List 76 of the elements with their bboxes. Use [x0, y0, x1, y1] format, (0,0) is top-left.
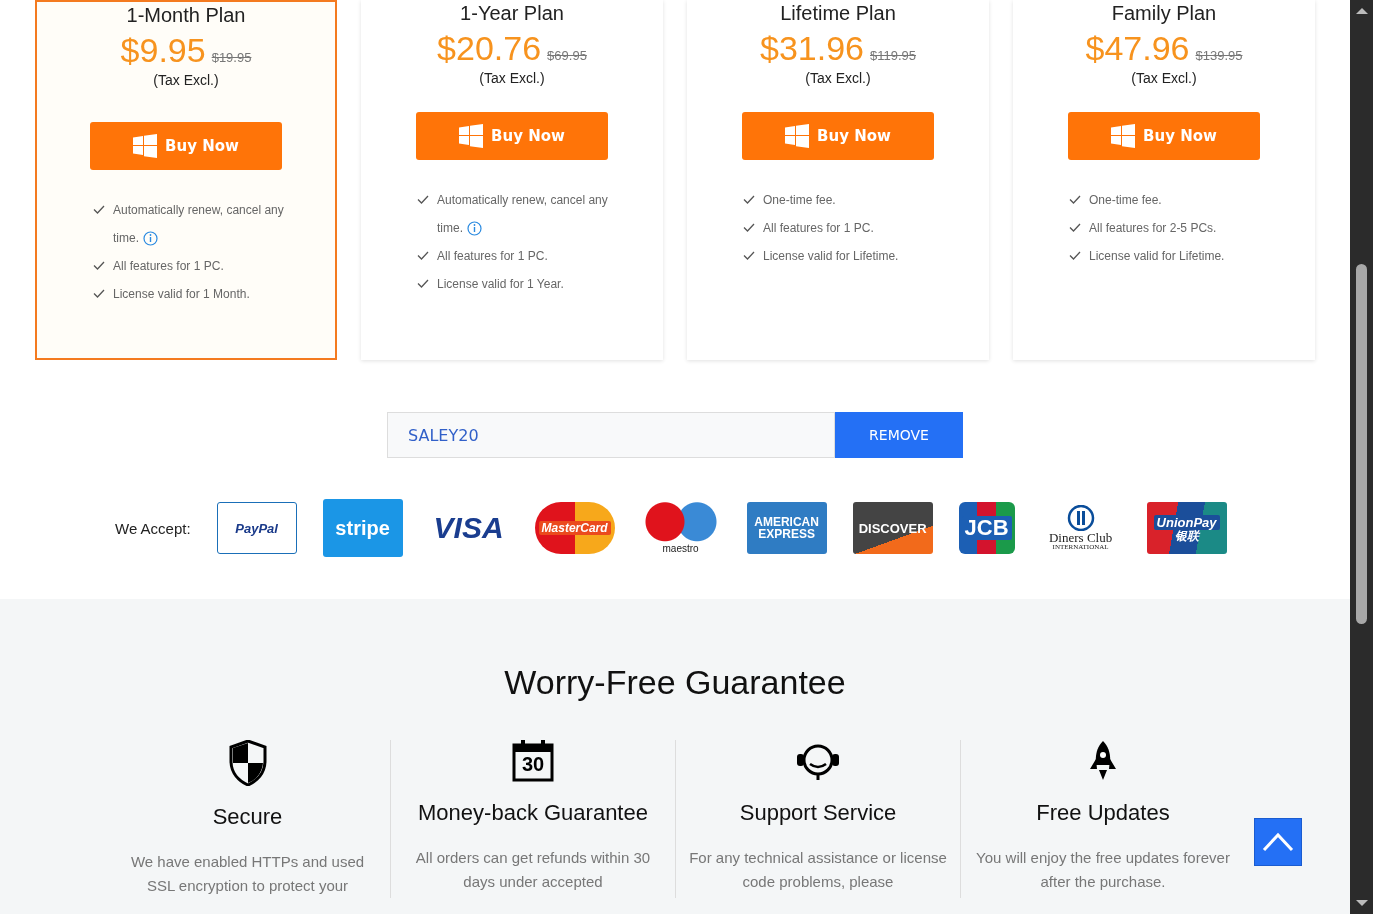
check-icon	[417, 195, 429, 204]
plan-card[interactable]: Family Plan $47.96 $139.95 (Tax Excl.) Buy Now One-time fee. All features for 2-5 PCs. License valid for Lifetime.	[1013, 0, 1315, 360]
check-icon	[93, 289, 105, 298]
original-price: $69.95	[547, 48, 587, 63]
plan-price: $20.76	[437, 29, 542, 68]
guarantee-text: You will enjoy the free updates forever after the purchase.	[975, 848, 1231, 892]
section-heading: Worry-Free Guarantee	[504, 663, 846, 702]
plan-card[interactable]: 1-Year Plan $20.76 $69.95 (Tax Excl.) Buy Now Automatically renew, cancel any time. All features for 1 PC. License valid for 1 Year.	[361, 0, 663, 360]
mastercard-logo: MasterCard	[534, 502, 615, 554]
original-price: $19.95	[211, 50, 252, 65]
feature-text: Automatically renew, cancel any time.	[113, 202, 285, 249]
check-icon	[417, 279, 429, 288]
info-icon[interactable]	[467, 221, 482, 237]
stripe-logo: stripe	[322, 499, 403, 557]
check-icon	[1069, 195, 1081, 204]
amex-logo: AMERICAN EXPRESS	[746, 502, 827, 554]
feature-text: License valid for 1 Month.	[113, 286, 250, 303]
guarantee-text: We have enabled HTTPs and used SSL encryption to protect your	[129, 852, 366, 896]
windows-logo-icon	[459, 124, 484, 148]
tax-note: (Tax Excl.)	[805, 70, 871, 86]
plan-title: 1-Month Plan	[126, 4, 246, 27]
plan-title: Family Plan	[1111, 2, 1217, 25]
plan-title: 1-Year Plan	[460, 2, 564, 25]
guarantee-title: Support Service	[739, 800, 897, 826]
original-price: $139.95	[1195, 48, 1243, 63]
feature-text: License valid for 1 Year.	[437, 276, 564, 293]
rocket-icon	[1089, 740, 1117, 782]
paypal-logo: PayPal	[216, 502, 297, 554]
windows-logo-icon	[133, 134, 158, 158]
check-icon	[1069, 223, 1081, 232]
tax-note: (Tax Excl.)	[1131, 70, 1197, 86]
we-accept-label: We Accept:	[115, 519, 191, 537]
feature-text: One-time fee.	[1089, 192, 1162, 209]
plan-card[interactable]: 1-Month Plan $9.95 $19.95 (Tax Excl.) Buy Now Automatically renew, cancel any time. All features for 1 PC. License valid for 1 Month.	[35, 0, 337, 360]
plan-title: Lifetime Plan	[780, 2, 896, 25]
feature-text: All features for 2-5 PCs.	[1089, 220, 1217, 237]
windows-logo-icon	[785, 124, 810, 148]
check-icon	[93, 261, 105, 270]
guarantee-text: For any technical assistance or license code problems, please	[688, 848, 948, 892]
plan-price: $47.96	[1085, 29, 1190, 68]
check-icon	[743, 251, 755, 260]
check-icon	[743, 195, 755, 204]
tax-note: (Tax Excl.)	[479, 70, 545, 86]
plan-card[interactable]: Lifetime Plan $31.96 $119.95 (Tax Excl.) Buy Now One-time fee. All features for 1 PC. License valid for Lifetime.	[687, 0, 989, 360]
guarantee-title: Secure	[212, 804, 283, 830]
calendar-icon: 30	[512, 740, 554, 782]
original-price: $119.95	[870, 48, 916, 63]
feature-text: Automatically renew, cancel any time.	[437, 192, 609, 239]
guarantee-title: Money-back Guarantee	[418, 800, 648, 826]
feature-text: License valid for Lifetime.	[763, 248, 899, 265]
chevron-up-icon	[1262, 832, 1294, 852]
guarantee-text: All orders can get refunds within 30 days under accepted	[414, 848, 652, 892]
jcb-logo: JCB	[958, 502, 1015, 554]
tax-note: (Tax Excl.)	[153, 72, 219, 88]
discover-logo: DISCOVER	[852, 502, 933, 554]
check-icon	[93, 205, 105, 214]
feature-text: License valid for Lifetime.	[1089, 248, 1225, 265]
feature-text: All features for 1 PC.	[763, 220, 874, 237]
feature-text: All features for 1 PC.	[113, 258, 224, 275]
coupon-field[interactable]: SALEY20	[387, 412, 835, 458]
windows-logo-icon	[1111, 124, 1136, 148]
plan-price: $31.96	[760, 29, 864, 68]
check-icon	[1069, 251, 1081, 260]
back-to-top-button[interactable]	[1254, 818, 1302, 866]
unionpay-logo: UnionPay 银联	[1146, 502, 1227, 554]
check-icon	[743, 223, 755, 232]
guarantee-title: Free Updates	[1036, 800, 1170, 826]
check-icon	[417, 251, 429, 260]
visa-logo: VISA	[432, 510, 505, 546]
remove-button[interactable]: REMOVE	[835, 412, 963, 458]
plan-price: $9.95	[120, 31, 206, 70]
feature-text: One-time fee.	[763, 192, 836, 209]
scrollbar[interactable]	[1350, 0, 1373, 914]
feature-text: All features for 1 PC.	[437, 248, 548, 265]
shield-icon	[228, 740, 267, 786]
info-icon[interactable]	[143, 231, 158, 247]
